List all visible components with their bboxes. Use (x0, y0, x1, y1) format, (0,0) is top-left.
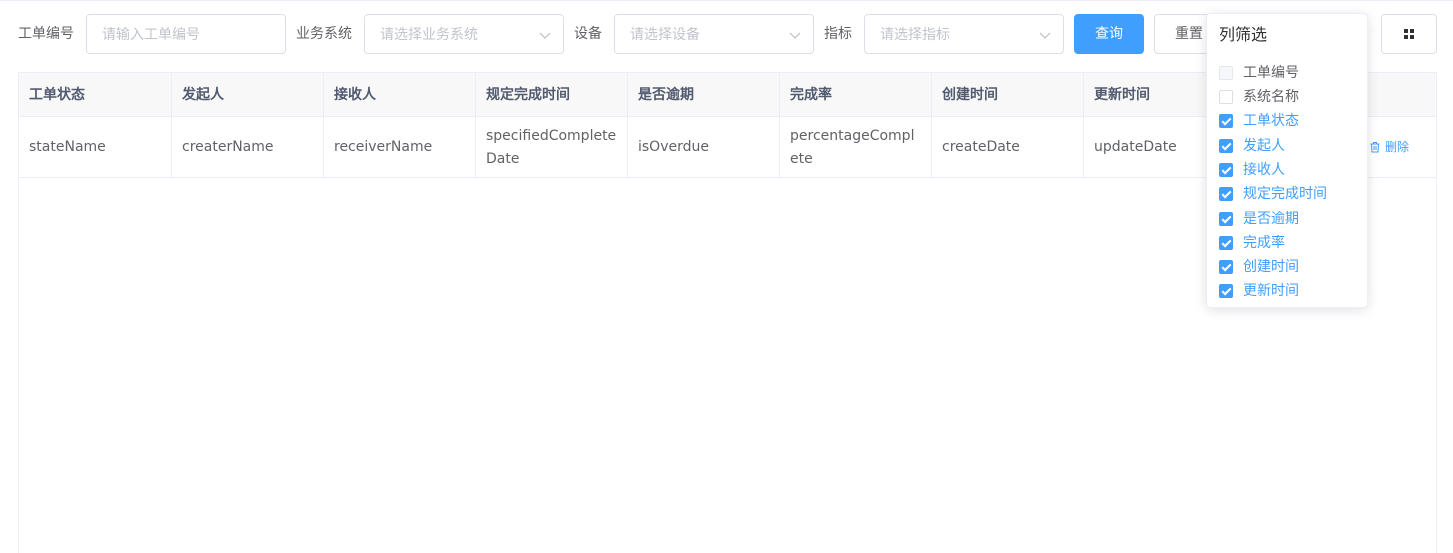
column-header[interactable]: 接收人 (324, 73, 476, 117)
checkbox[interactable] (1219, 163, 1233, 177)
column-header[interactable]: 完成率 (780, 73, 932, 117)
checkbox[interactable] (1219, 236, 1233, 250)
chevron-down-icon (539, 32, 551, 39)
column-filter-item[interactable]: 接收人 (1219, 161, 1285, 179)
column-filter-item-label: 是否逾期 (1243, 211, 1299, 227)
trash-icon (1370, 142, 1380, 153)
work-order-label: 工单编号 (18, 26, 74, 42)
column-header[interactable]: 是否逾期 (628, 73, 780, 117)
checkbox[interactable] (1219, 90, 1233, 104)
system-select[interactable]: 请选择业务系统 (364, 14, 564, 54)
table-cell: isOverdue (628, 117, 780, 178)
column-filter-item: 工单编号 (1219, 64, 1299, 82)
work-order-placeholder: 请输入工单编号 (102, 27, 200, 43)
column-filter-item-label: 接收人 (1243, 162, 1285, 178)
system-label: 业务系统 (296, 26, 352, 42)
column-filter-item[interactable]: 更新时间 (1219, 282, 1299, 300)
query-button[interactable]: 查询 (1074, 14, 1144, 54)
checkbox[interactable] (1219, 114, 1233, 128)
column-filter-popover: 列筛选 工单编号系统名称工单状态发起人接收人规定完成时间 是否逾期完成率创建时间更… (1206, 13, 1368, 308)
delete-label: 删除 (1385, 140, 1410, 154)
column-filter-item-label: 工单状态 (1243, 113, 1299, 129)
column-filter-item-label: 系统名称 (1243, 89, 1299, 105)
column-filter-item[interactable]: 工单状态 (1219, 112, 1299, 130)
metric-placeholder: 请选择指标 (880, 27, 950, 43)
chevron-down-icon (1039, 32, 1051, 39)
table-cell: createDate (932, 117, 1084, 178)
table-cell: specifiedCompleteDate (476, 117, 628, 178)
checkbox (1219, 66, 1233, 80)
column-header[interactable]: 发起人 (172, 73, 324, 117)
table-cell: receiverName (324, 117, 476, 178)
checkbox[interactable] (1219, 284, 1233, 298)
device-label: 设备 (574, 26, 602, 42)
chevron-down-icon (789, 32, 801, 39)
column-filter-item[interactable]: 完成率 (1219, 234, 1285, 252)
column-header[interactable]: 工单状态 (19, 73, 172, 117)
column-filter-item[interactable]: 规定完成时间 (1219, 185, 1327, 203)
column-filter-item[interactable]: 是否逾期 (1219, 210, 1299, 228)
metric-select[interactable]: 请选择指标 (864, 14, 1064, 54)
grid-icon (1404, 29, 1414, 39)
metric-label: 指标 (824, 26, 852, 42)
column-filter-item-label: 规定完成时间 (1243, 186, 1327, 202)
column-filter-item[interactable]: 系统名称 (1219, 88, 1299, 106)
columns-toggle-button[interactable] (1381, 14, 1437, 54)
device-select[interactable]: 请选择设备 (614, 14, 814, 54)
delete-button[interactable]: 删除 (1369, 139, 1409, 155)
column-filter-item-label: 工单编号 (1243, 65, 1299, 81)
checkbox[interactable] (1219, 260, 1233, 274)
top-divider (0, 0, 1453, 1)
column-filter-item[interactable]: 创建时间 (1219, 258, 1299, 276)
checkbox[interactable] (1219, 139, 1233, 153)
column-filter-item[interactable]: 发起人 (1219, 137, 1285, 155)
table-cell: stateName (19, 117, 172, 178)
work-order-input[interactable]: 请输入工单编号 (86, 14, 286, 54)
system-placeholder: 请选择业务系统 (380, 27, 478, 43)
device-placeholder: 请选择设备 (630, 27, 700, 43)
checkbox[interactable] (1219, 187, 1233, 201)
column-filter-title: 列筛选 (1219, 25, 1268, 44)
column-filter-item-label: 发起人 (1243, 138, 1285, 154)
checkbox[interactable] (1219, 212, 1233, 226)
column-header[interactable]: 规定完成时间 (476, 73, 628, 117)
table-cell: createrName (172, 117, 324, 178)
column-filter-item-label: 完成率 (1243, 235, 1285, 251)
column-filter-item-label: 更新时间 (1243, 283, 1299, 299)
column-filter-item-label: 创建时间 (1243, 259, 1299, 275)
column-header[interactable]: 创建时间 (932, 73, 1084, 117)
table-cell: percentageComplete (780, 117, 932, 178)
